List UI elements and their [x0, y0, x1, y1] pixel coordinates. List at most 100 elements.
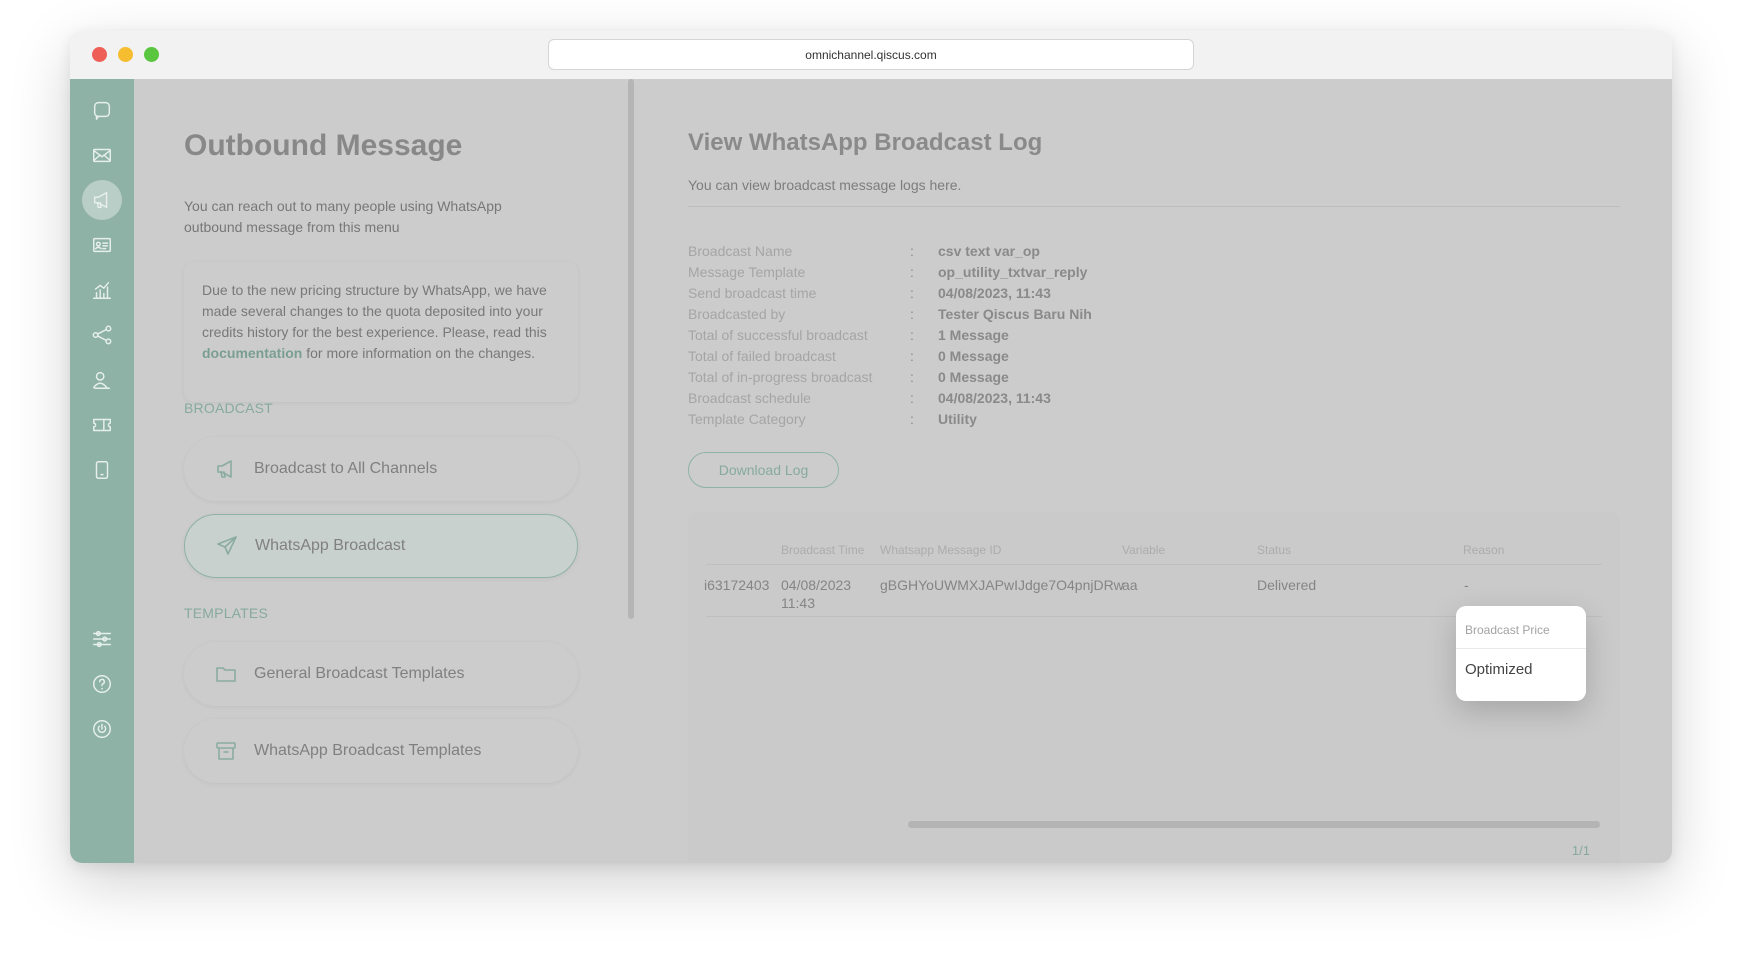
notice-text-before: Due to the new pricing structure by What… [202, 282, 547, 340]
info-label: Total of failed broadcast [688, 347, 836, 364]
cell-status: Delivered [1257, 577, 1317, 593]
archive-icon [216, 742, 236, 760]
info-colon: : [910, 263, 914, 280]
info-label: Template Category [688, 410, 806, 427]
address-bar[interactable]: omnichannel.qiscus.com [548, 39, 1194, 70]
left-panel-scrollbar[interactable] [628, 79, 634, 619]
folder-icon [216, 667, 236, 682]
info-colon: : [910, 326, 914, 343]
info-row-failed: Total of failed broadcast: 0 Message [688, 345, 1092, 366]
cell-date: 04/08/2023 [781, 577, 852, 593]
info-label: Send broadcast time [688, 284, 817, 301]
info-value: 04/08/2023, 11:43 [938, 389, 1051, 406]
info-row-broadcasted-by: Broadcasted by: Tester Qiscus Baru Nih [688, 303, 1092, 324]
column-header-variable: Variable [1122, 543, 1166, 557]
megaphone-icon[interactable] [82, 180, 122, 220]
send-icon [217, 536, 237, 555]
templates-section-label: TEMPLATES [184, 605, 269, 621]
divider [688, 206, 1620, 207]
info-colon: : [910, 368, 914, 385]
broadcast-section-label: BROADCAST [184, 400, 273, 416]
log-description: You can view broadcast message logs here… [688, 177, 962, 193]
info-label: Total of successful broadcast [688, 326, 868, 343]
info-label: Broadcasted by [688, 305, 786, 322]
info-label: Broadcast Name [688, 242, 793, 259]
cell-broadcast-time: 04/08/2023 11:43 [781, 576, 851, 612]
notice-text-after: for more information on the changes. [302, 345, 536, 361]
info-value: 0 Message [938, 347, 1009, 364]
info-row-successful: Total of successful broadcast: 1 Message [688, 324, 1092, 345]
info-colon: : [910, 305, 914, 322]
contact-card-icon[interactable] [82, 225, 122, 265]
header-divider [706, 564, 1602, 565]
page-title: Outbound Message [184, 129, 463, 162]
minimize-window-button[interactable] [118, 47, 133, 62]
mobile-icon[interactable] [82, 450, 122, 490]
cell-variable: aa [1122, 577, 1138, 593]
info-colon: : [910, 389, 914, 406]
broadcast-log-panel: View WhatsApp Broadcast Log You can view… [638, 79, 1672, 863]
outbound-menu-panel: Outbound Message You can reach out to ma… [134, 79, 634, 863]
integration-icon[interactable] [82, 315, 122, 355]
menu-item-label: General Broadcast Templates [254, 665, 465, 682]
ticket-icon[interactable] [82, 405, 122, 445]
analytics-icon[interactable] [82, 270, 122, 310]
info-value: Utility [938, 410, 977, 427]
cell-reason: - [1464, 577, 1469, 593]
column-header-status: Status [1257, 543, 1292, 557]
menu-item-label: WhatsApp Broadcast Templates [254, 742, 482, 759]
agent-icon[interactable] [82, 360, 122, 400]
documentation-link[interactable]: documentation [202, 345, 302, 361]
column-header-reason: Reason [1463, 543, 1505, 557]
cell-clock: 11:43 [781, 595, 815, 611]
info-label: Message Template [688, 263, 806, 280]
info-value: csv text var_op [938, 242, 1040, 259]
info-value: 1 Message [938, 326, 1009, 343]
log-title: View WhatsApp Broadcast Log [688, 129, 1043, 156]
info-row-category: Template Category: Utility [688, 408, 1092, 429]
megaphone-icon [217, 460, 232, 478]
close-window-button[interactable] [92, 47, 107, 62]
info-row-broadcast-name: Broadcast Name: csv text var_op [688, 240, 1092, 261]
info-colon: : [910, 410, 914, 427]
info-row-send-time: Send broadcast time: 04/08/2023, 11:43 [688, 282, 1092, 303]
info-colon: : [910, 284, 914, 301]
browser-titlebar: omnichannel.qiscus.com [70, 31, 1672, 79]
column-header-broadcast-time: Broadcast Time [781, 543, 865, 557]
whatsapp-broadcast-item[interactable]: WhatsApp Broadcast [184, 514, 578, 578]
info-row-in-progress: Total of in-progress broadcast: 0 Message [688, 366, 1092, 387]
whatsapp-templates-item[interactable]: WhatsApp Broadcast Templates [184, 719, 578, 783]
icon-sidebar [70, 79, 134, 863]
broadcast-all-channels-item[interactable]: Broadcast to All Channels [184, 437, 578, 501]
maximize-window-button[interactable] [144, 47, 159, 62]
general-templates-item[interactable]: General Broadcast Templates [184, 642, 578, 706]
pricing-notice: Due to the new pricing structure by What… [184, 262, 578, 402]
download-log-button[interactable]: Download Log [688, 452, 839, 488]
info-label: Broadcast schedule [688, 389, 811, 406]
page-description: You can reach out to many people using W… [184, 198, 502, 235]
app-content: Outbound Message You can reach out to ma… [70, 79, 1672, 863]
power-icon[interactable] [82, 709, 122, 749]
cell-broadcast-price: Optimized [1465, 661, 1533, 678]
info-label: Total of in-progress broadcast [688, 368, 873, 385]
info-colon: : [910, 242, 914, 259]
table-horizontal-scrollbar[interactable] [908, 821, 1600, 828]
settings-sliders-icon[interactable] [82, 619, 122, 659]
info-row-schedule: Broadcast schedule: 04/08/2023, 11:43 [688, 387, 1092, 408]
menu-item-label: Broadcast to All Channels [254, 460, 438, 477]
browser-window: omnichannel.qiscus.com Outbound Message … [70, 31, 1672, 863]
mail-icon[interactable] [82, 135, 122, 175]
info-value: Tester Qiscus Baru Nih [938, 305, 1092, 322]
help-icon[interactable] [82, 664, 122, 704]
cell-message-id: gBGHYoUWMXJAPwIJdge7O4pnjDRw [880, 577, 1124, 593]
column-header-broadcast-price: Broadcast Price [1465, 623, 1550, 637]
info-value: 0 Message [938, 368, 1009, 385]
menu-item-label: WhatsApp Broadcast [255, 537, 406, 554]
info-row-message-template: Message Template: op_utility_txtvar_reply [688, 261, 1092, 282]
chat-icon[interactable] [82, 90, 122, 130]
info-colon: : [910, 347, 914, 364]
cell-phone: i63172403 [704, 577, 770, 593]
broadcast-info: Broadcast Name: csv text var_op Message T… [688, 240, 1092, 429]
pagination-indicator: 1/1 [1571, 843, 1590, 858]
popover-divider [1456, 648, 1586, 649]
